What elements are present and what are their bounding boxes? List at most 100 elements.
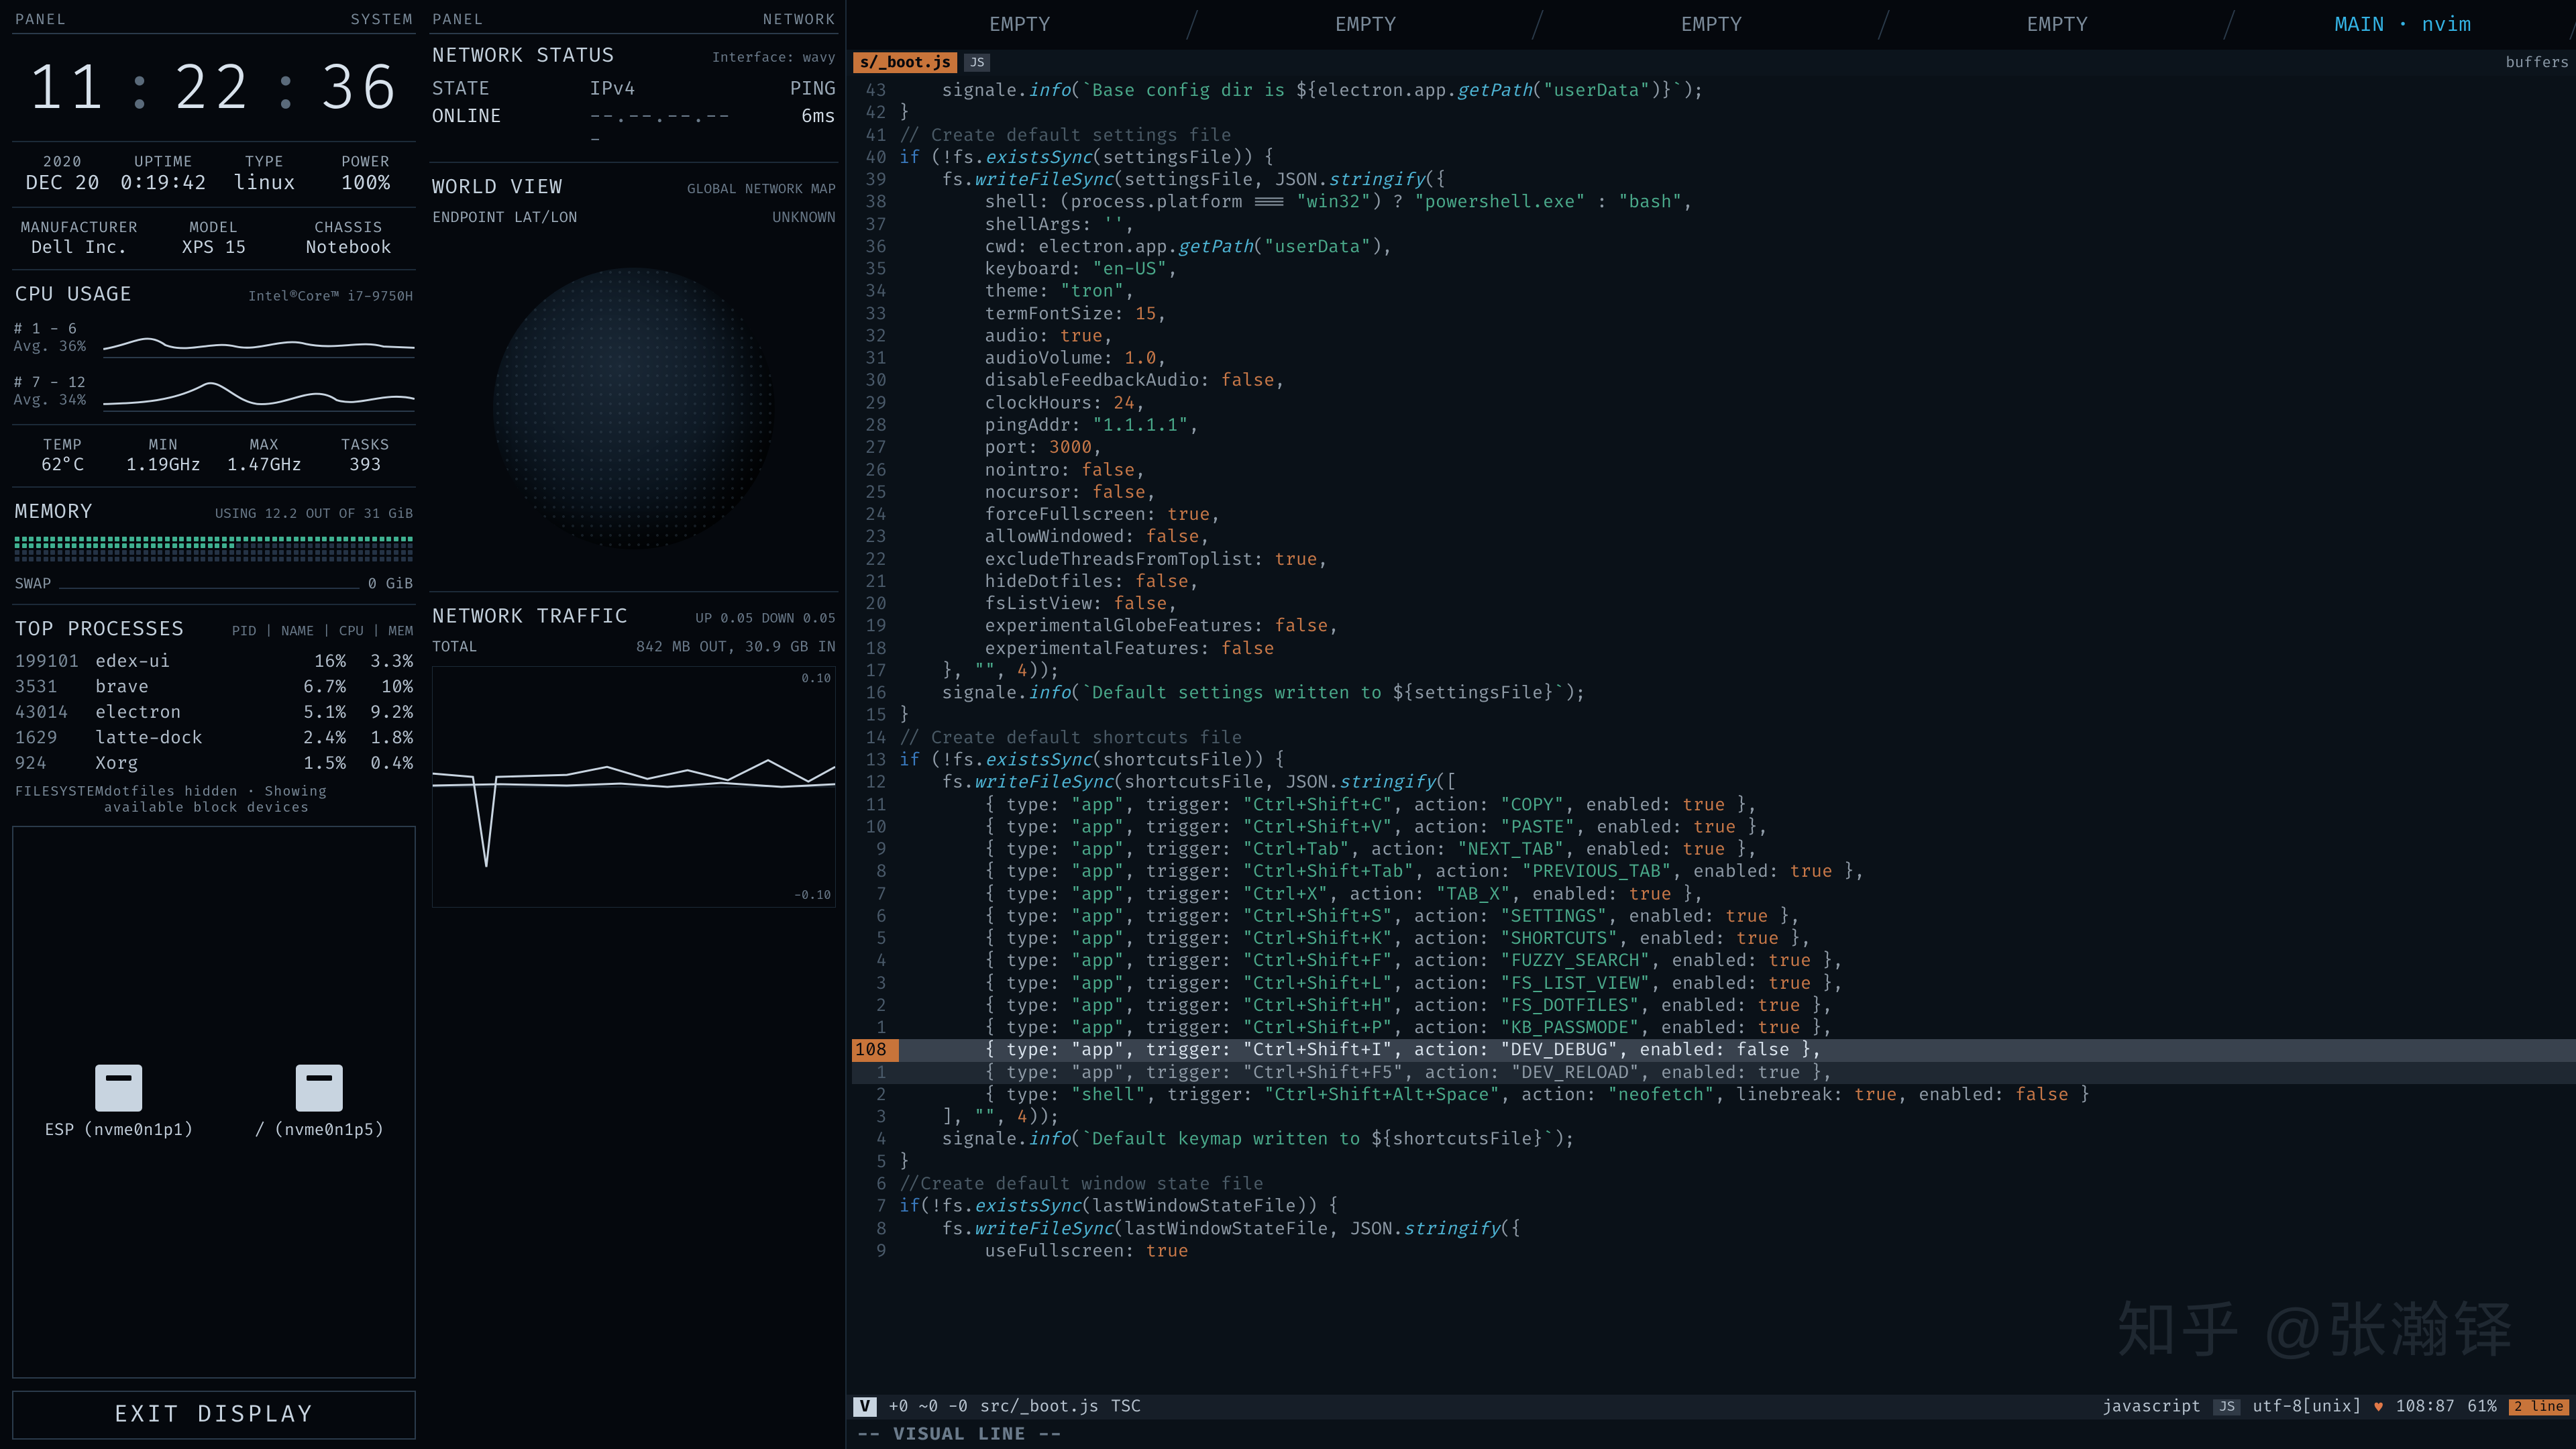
cpu-title: CPU USAGEIntel®Core™ i7-9750H	[12, 278, 416, 309]
file-lang-badge: JS	[964, 54, 989, 72]
code-line: 7if(!fs.existsSync(lastWindowStateFile))…	[852, 1195, 2576, 1218]
process-row[interactable]: 1629latte-dock2.4%1.8%	[12, 725, 416, 751]
code-line: 28 pingAddr: "1.1.1.1",	[852, 415, 2576, 437]
panel-header-system: PANELSYSTEM	[12, 9, 416, 34]
code-line: 25 nocursor: false,	[852, 482, 2576, 504]
procs-title: TOP PROCESSESPID | NAME | CPU | MEM	[12, 613, 416, 643]
traffic-chart: 0.10 -0.10	[432, 666, 836, 908]
file-tab-bar: s/_boot.js JS buffers	[847, 50, 2576, 76]
editor-pane: EMPTYEMPTYEMPTYEMPTYMAIN · nvim s/_boot.…	[845, 0, 2576, 1449]
code-line: 23 allowWindowed: false,	[852, 526, 2576, 548]
code-line: 9 { type: "app", trigger: "Ctrl+Tab", ac…	[852, 839, 2576, 861]
cpu-tasks: TASKS393	[315, 433, 417, 478]
filesystem-header: FILESYSTEMdotfiles hidden · Showing avai…	[12, 782, 416, 819]
system-panel: PANELSYSTEM 11: 22: 36 2020DEC 20 UPTIME…	[0, 0, 423, 1449]
code-line: 8 fs.writeFileSync(lastWindowStateFile, …	[852, 1218, 2576, 1240]
code-line: 33 termFontSize: 15,	[852, 303, 2576, 325]
code-line: 21 hideDotfiles: false,	[852, 571, 2576, 593]
editor-tab[interactable]: EMPTY	[1193, 0, 1539, 50]
disk-item[interactable]: ESP (nvme0n1p1)	[44, 1065, 193, 1140]
code-line: 2 { type: "app", trigger: "Ctrl+Shift+H"…	[852, 995, 2576, 1017]
uptime-cell: UPTIME0:19:42	[113, 150, 215, 199]
process-list: 199101edex-ui16%3.3%3531brave6.7%10%4301…	[12, 649, 416, 776]
code-line: 2 { type: "shell", trigger: "Ctrl+Shift+…	[852, 1084, 2576, 1106]
code-line: 26 nointro: false,	[852, 460, 2576, 482]
code-line: 3 ], "", 4));	[852, 1106, 2576, 1128]
buffers-label[interactable]: buffers	[2506, 54, 2569, 72]
code-line: 18 experimentalFeatures: false	[852, 638, 2576, 660]
code-line: 3 { type: "app", trigger: "Ctrl+Shift+L"…	[852, 973, 2576, 995]
net-ping-v: 6ms	[744, 103, 839, 130]
status-loc: 108:87	[2396, 1397, 2455, 1417]
memory-title: MEMORYUSING 12.2 OUT OF 31 GiB	[12, 496, 416, 526]
code-line: 1 { type: "app", trigger: "Ctrl+Shift+F5…	[852, 1062, 2576, 1084]
model-cell: MODELXPS 15	[147, 216, 282, 261]
code-line: 1 { type: "app", trigger: "Ctrl+Shift+P"…	[852, 1017, 2576, 1039]
heart-icon: ♥	[2373, 1397, 2383, 1417]
code-line: 14// Create default shortcuts file	[852, 727, 2576, 749]
editor-tab[interactable]: EMPTY	[847, 0, 1193, 50]
net-status-title: NETWORK STATUSInterface: wavy	[429, 40, 839, 70]
code-line: 5}	[852, 1151, 2576, 1173]
process-row[interactable]: 199101edex-ui16%3.3%	[12, 649, 416, 674]
code-line: 37 shellArgs: '',	[852, 214, 2576, 236]
code-line: 31 audioVolume: 1.0,	[852, 347, 2576, 370]
code-line: 4 { type: "app", trigger: "Ctrl+Shift+F"…	[852, 950, 2576, 972]
swap-row: SWAP 0 GiB	[12, 572, 416, 596]
date-cell: 2020DEC 20	[12, 150, 113, 199]
code-line: 9 useFullscreen: true	[852, 1240, 2576, 1263]
code-line: 17 }, "", 4));	[852, 660, 2576, 682]
code-line: 20 fsListView: false,	[852, 593, 2576, 615]
code-line: 11 { type: "app", trigger: "Ctrl+Shift+C…	[852, 794, 2576, 816]
code-line: 43 signale.info(`Base config dir is ${el…	[852, 80, 2576, 102]
code-line: 40if (!fs.existsSync(settingsFile)) {	[852, 147, 2576, 169]
code-line: 7 { type: "app", trigger: "Ctrl+X", acti…	[852, 883, 2576, 906]
traffic-title: NETWORK TRAFFICUP 0.05 DOWN 0.05	[429, 600, 839, 631]
disk-item[interactable]: / (nvme0n1p5)	[255, 1065, 384, 1140]
status-lang: javascript	[2102, 1397, 2202, 1417]
process-row[interactable]: 3531brave6.7%10%	[12, 674, 416, 700]
code-line: 36 cwd: electron.app.getPath("userData")…	[852, 236, 2576, 258]
net-ipv4: IPv4	[587, 75, 745, 103]
disk-icon	[95, 1065, 142, 1112]
code-line: 5 { type: "app", trigger: "Ctrl+Shift+K"…	[852, 928, 2576, 950]
code-area[interactable]: 43 signale.info(`Base config dir is ${el…	[847, 76, 2576, 1395]
exit-display-button[interactable]: EXIT DISPLAY	[12, 1391, 416, 1440]
editor-tab[interactable]: EMPTY	[1884, 0, 2231, 50]
status-enc: utf-8[unix]	[2253, 1397, 2361, 1417]
power-cell: POWER100%	[315, 150, 417, 199]
traffic-total: TOTAL 842 MB OUT, 30.9 GB IN	[429, 636, 839, 658]
code-line: 22 excludeThreadsFromToplist: true,	[852, 549, 2576, 571]
status-lang-badge: JS	[2213, 1399, 2241, 1415]
code-line: 13if (!fs.existsSync(shortcutsFile)) {	[852, 749, 2576, 771]
status-tsc: TSC	[1111, 1397, 1140, 1417]
file-name-badge: s/_boot.js	[853, 52, 957, 73]
status-pct: 61%	[2467, 1397, 2497, 1417]
code-line: 12 fs.writeFileSync(shortcutsFile, JSON.…	[852, 771, 2576, 794]
status-pos: +0 ~0 -0	[889, 1397, 968, 1417]
globe-widget[interactable]	[429, 234, 839, 583]
editor-tab[interactable]: EMPTY	[1538, 0, 1884, 50]
memory-grid	[12, 531, 416, 567]
net-state-v: ONLINE	[429, 103, 587, 130]
code-line: 16 signale.info(`Default settings writte…	[852, 682, 2576, 704]
net-state: STATE	[429, 75, 587, 103]
code-line: 42}	[852, 102, 2576, 124]
code-line: 24 forceFullscreen: true,	[852, 504, 2576, 526]
net-ipv4-v: --.--.--.---	[587, 103, 745, 154]
code-line: 8 { type: "app", trigger: "Ctrl+Shift+Ta…	[852, 861, 2576, 883]
code-line: 30 disableFeedbackAudio: false,	[852, 370, 2576, 392]
code-line: 6//Create default window state file	[852, 1173, 2576, 1195]
code-line: 32 audio: true,	[852, 325, 2576, 347]
code-line: 10 { type: "app", trigger: "Ctrl+Shift+V…	[852, 816, 2576, 839]
editor-tab[interactable]: MAIN · nvim	[2230, 0, 2576, 50]
visual-line-indicator: -- VISUAL LINE --	[847, 1419, 2576, 1449]
world-view-title: WORLD VIEWGLOBAL NETWORK MAP	[429, 171, 839, 201]
process-row[interactable]: 43014electron5.1%9.2%	[12, 700, 416, 725]
code-line: 34 theme: "tron",	[852, 280, 2576, 303]
code-line: 39 fs.writeFileSync(settingsFile, JSON.s…	[852, 169, 2576, 191]
code-line: 27 port: 3000,	[852, 437, 2576, 459]
process-row[interactable]: 924Xorg1.5%0.4%	[12, 751, 416, 776]
network-panel: PANELNETWORK NETWORK STATUSInterface: wa…	[423, 0, 845, 1449]
cpu-temp: TEMP62°C	[12, 433, 113, 478]
